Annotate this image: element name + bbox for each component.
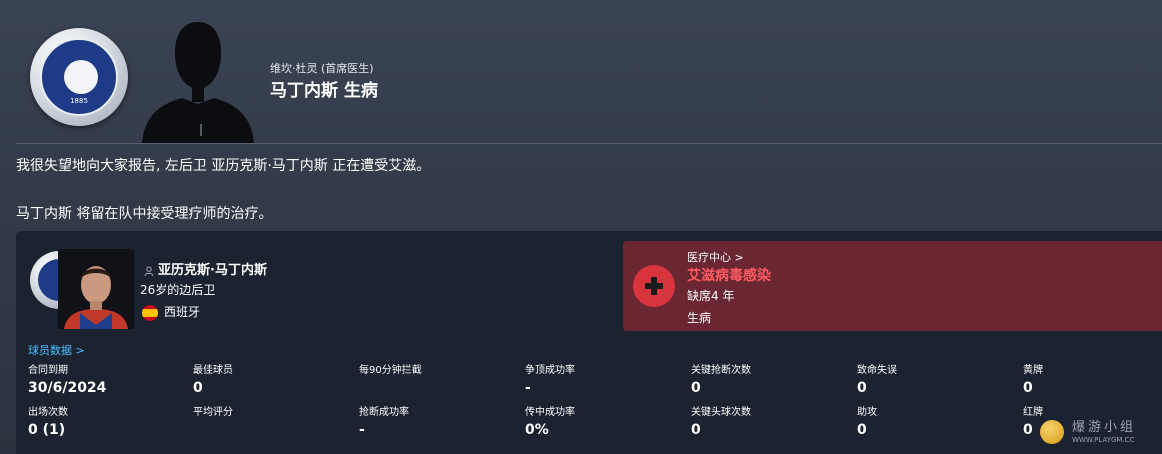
stat-key-tackles: 关键抢断次数 0 <box>691 361 751 396</box>
stat-value: - <box>525 380 531 396</box>
stat-appearances: 出场次数 0 (1) <box>28 403 68 438</box>
club-badge-year: 1885 <box>70 97 88 105</box>
spain-flag-icon <box>142 304 158 321</box>
stat-contract-expiry: 合同到期 30/6/2024 <box>28 361 106 396</box>
stat-value: 0 <box>691 380 701 396</box>
player-stats-link[interactable]: 球员数据 > <box>28 342 85 358</box>
stat-label: 最佳球员 <box>193 365 233 376</box>
player-name-row[interactable]: 亚历克斯·马丁内斯 <box>144 259 267 278</box>
stat-value: 0 <box>857 422 867 438</box>
stat-yellow-cards: 黄牌 0 <box>1023 361 1043 396</box>
stat-tackle-success-rate: 抢断成功率 - <box>359 403 409 438</box>
injury-name: 艾滋病毒感染 <box>687 268 771 284</box>
stat-value: 0 <box>857 380 867 396</box>
watermark-title: 爆游小组 <box>1072 420 1137 435</box>
player-name: 亚历克斯·马丁内斯 <box>158 263 267 278</box>
player-photo[interactable] <box>58 249 134 329</box>
stat-value: - <box>359 422 365 438</box>
news-headline: 马丁内斯 生病 <box>270 81 378 101</box>
stat-label: 合同到期 <box>28 365 68 376</box>
player-card: 亚历克斯·马丁内斯 26岁的边后卫 西班牙 医疗中心 > 艾滋病毒感染 缺席4 … <box>16 231 1162 454</box>
injury-duration: 缺席4 年 <box>687 289 735 303</box>
header-divider <box>16 143 1162 144</box>
player-nationality: 西班牙 <box>164 305 201 319</box>
stat-label: 致命失误 <box>857 365 897 376</box>
news-paragraph-1: 我很失望地向大家报告, 左后卫 亚历克斯·马丁内斯 正在遭受艾滋。 <box>16 158 431 174</box>
stat-errors-leading-to-goal: 致命失误 0 <box>857 361 897 396</box>
cross-icon <box>645 277 663 295</box>
stat-label: 平均评分 <box>193 407 233 418</box>
person-icon <box>144 266 154 276</box>
stat-label: 关键头球次数 <box>691 407 751 418</box>
watermark: 爆游小组 WWW.PLAYGM.CC <box>1040 412 1162 454</box>
staff-silhouette-icon <box>142 22 254 144</box>
player-age-position: 26岁的边后卫 <box>140 283 216 297</box>
stat-label: 黄牌 <box>1023 365 1043 376</box>
stat-header-win-rate: 争顶成功率 - <box>525 361 575 396</box>
stat-value: 0% <box>525 422 549 438</box>
player-photo-image <box>58 249 134 329</box>
stat-average-rating: 平均评分 <box>193 403 233 422</box>
injury-type: 生病 <box>687 311 712 325</box>
stat-value: 0 <box>193 380 203 396</box>
medical-cross-icon <box>633 265 675 307</box>
watermark-logo-icon <box>1040 420 1064 444</box>
club-badge[interactable]: 1885 <box>30 28 128 126</box>
stat-key-headers: 关键头球次数 0 <box>691 403 751 438</box>
medical-panel: 医疗中心 > 艾滋病毒感染 缺席4 年 生病 <box>623 241 1162 331</box>
stat-value: 0 <box>1023 380 1033 396</box>
stat-value: 0 <box>691 422 701 438</box>
lion-icon <box>64 60 98 94</box>
stat-assists: 助攻 0 <box>857 403 877 438</box>
stat-label: 传中成功率 <box>525 407 575 418</box>
stat-label: 争顶成功率 <box>525 365 575 376</box>
club-badge-inner: 1885 <box>40 38 118 116</box>
stat-interceptions-per-90: 每90分钟拦截 <box>359 361 422 380</box>
stat-label: 关键抢断次数 <box>691 365 751 376</box>
stat-label: 出场次数 <box>28 407 68 418</box>
stat-player-of-match: 最佳球员 0 <box>193 361 233 396</box>
news-author: 维坎·杜灵 (首席医生) <box>270 62 374 75</box>
stat-value: 30/6/2024 <box>28 380 107 396</box>
player-nationality-row[interactable]: 西班牙 <box>142 303 200 321</box>
stat-label: 助攻 <box>857 407 877 418</box>
medical-centre-link[interactable]: 医疗中心 > <box>687 249 744 265</box>
stat-value: 0 (1) <box>28 422 66 438</box>
stat-label: 每90分钟拦截 <box>359 365 422 376</box>
watermark-url: WWW.PLAYGM.CC <box>1072 436 1135 444</box>
news-paragraph-2: 马丁内斯 将留在队中接受理疗师的治疗。 <box>16 206 273 222</box>
stat-cross-success-rate: 传中成功率 0% <box>525 403 575 438</box>
stat-label: 抢断成功率 <box>359 407 409 418</box>
